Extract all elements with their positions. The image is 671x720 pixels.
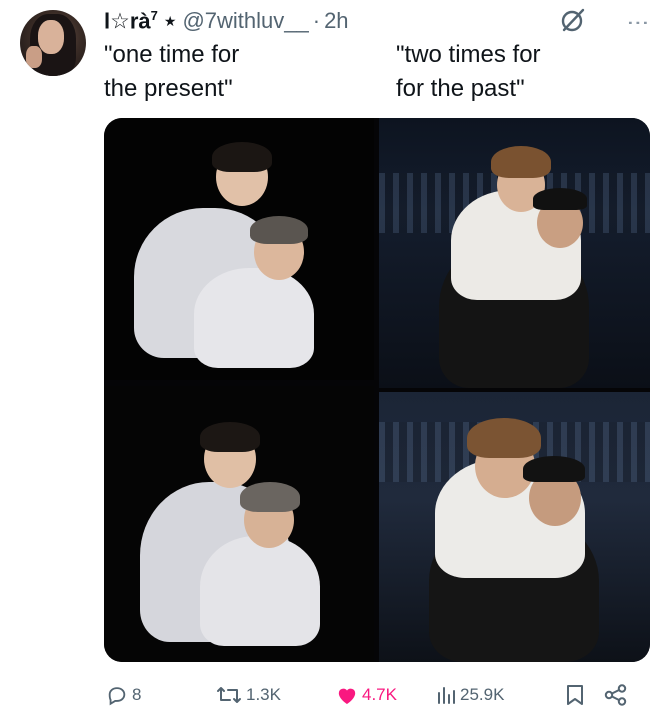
share-icon: [604, 684, 628, 706]
action-bar: 8 1.3K 4.7K 25.9K: [104, 682, 650, 708]
more-icon[interactable]: ⋮: [626, 12, 651, 33]
star-badge: ★: [163, 12, 177, 29]
grok-icon[interactable]: [559, 6, 587, 39]
photo-top-right[interactable]: [379, 118, 650, 388]
share-button[interactable]: [604, 682, 628, 708]
views-button[interactable]: 25.9K: [436, 682, 504, 708]
display-name[interactable]: l☆rà7: [104, 8, 158, 34]
separator-dot: ·: [312, 8, 321, 33]
reply-icon: [106, 684, 128, 706]
photo-bottom-left[interactable]: [104, 386, 374, 662]
views-icon: [436, 685, 456, 705]
media-grid[interactable]: [104, 118, 650, 662]
repost-count: 1.3K: [246, 685, 281, 704]
like-count: 4.7K: [362, 685, 397, 704]
user-handle[interactable]: @7withluv__: [182, 8, 308, 34]
reply-count: 8: [132, 685, 142, 704]
avatar[interactable]: [20, 10, 86, 76]
post-time[interactable]: 2h: [324, 8, 348, 34]
bookmark-icon: [566, 684, 584, 706]
bookmark-button[interactable]: [566, 682, 584, 708]
views-count: 25.9K: [460, 685, 505, 704]
post-header: l☆rà7 ★ @7withluv__ · 2h: [104, 8, 349, 34]
caption-right: "two times for for the past": [396, 41, 541, 102]
photo-bottom-right[interactable]: [379, 392, 650, 662]
photo-top-left[interactable]: [104, 118, 374, 380]
heart-icon: [336, 685, 358, 705]
like-button[interactable]: 4.7K: [336, 682, 397, 708]
repost-icon: [216, 684, 242, 706]
caption-left: "one time for the present": [104, 41, 240, 102]
reply-button[interactable]: 8: [106, 682, 141, 708]
repost-button[interactable]: 1.3K: [216, 682, 281, 708]
